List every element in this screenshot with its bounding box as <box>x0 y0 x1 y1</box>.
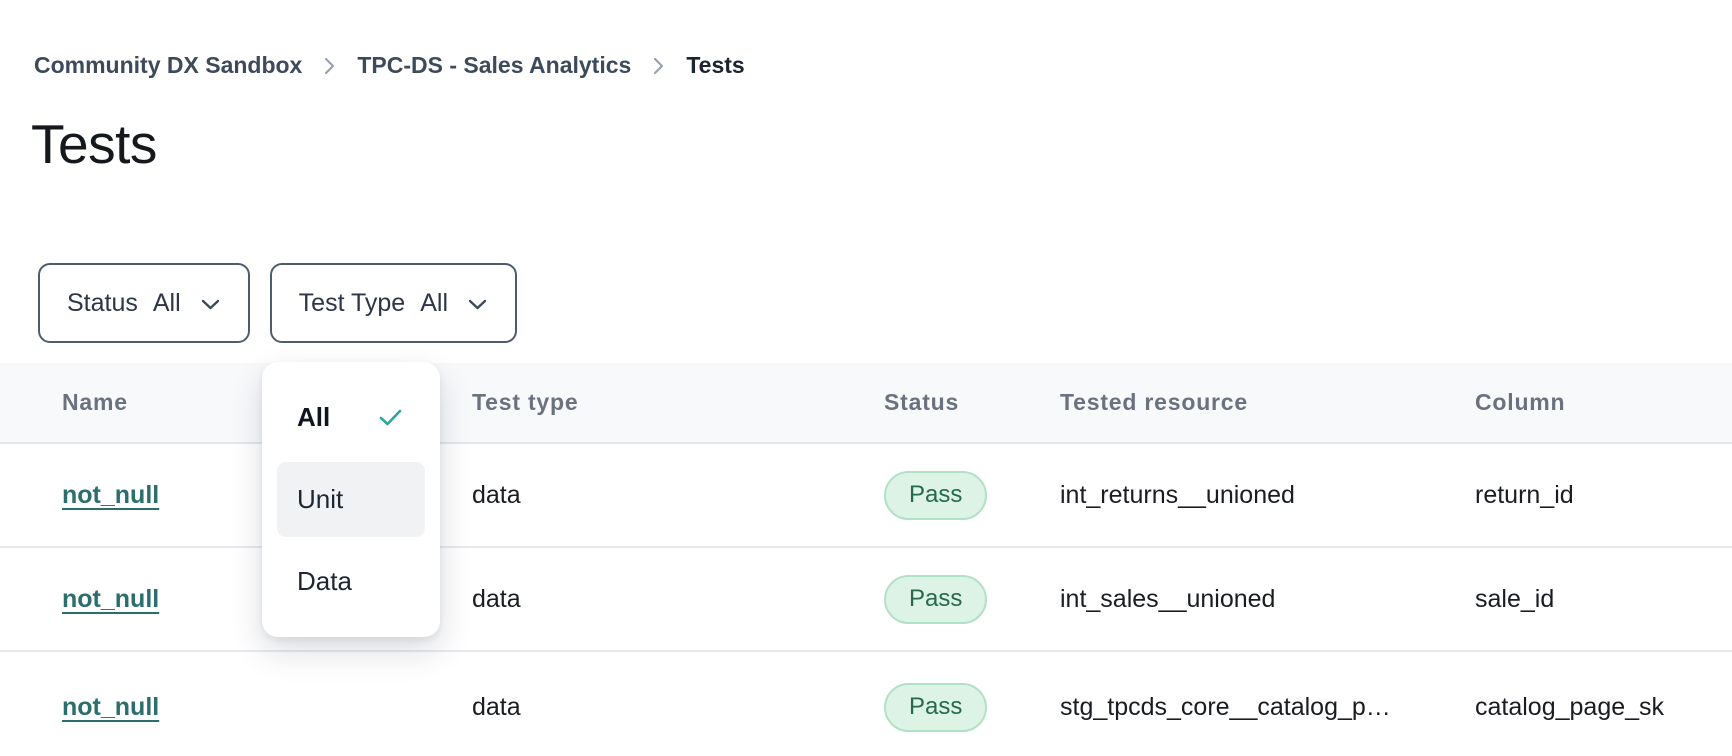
column-header-status: Status <box>884 389 1060 416</box>
breadcrumb-tests: Tests <box>686 52 744 79</box>
breadcrumb: Community DX Sandbox TPC-DS - Sales Anal… <box>34 52 745 79</box>
tests-page: Community DX Sandbox TPC-DS - Sales Anal… <box>0 0 1732 756</box>
status-badge: Pass <box>884 575 987 624</box>
chevron-down-icon <box>200 298 221 311</box>
dropdown-option-label: All <box>297 402 330 433</box>
table-row: not_null data Pass int_sales__unioned sa… <box>0 548 1732 652</box>
filter-bar: Status All Test Type All <box>38 263 517 343</box>
tested-resource-cell: int_returns__unioned <box>1060 481 1475 510</box>
test-type-filter-value: All <box>420 289 448 318</box>
page-title: Tests <box>31 112 157 176</box>
breadcrumb-pipeline[interactable]: TPC-DS - Sales Analytics <box>357 52 631 79</box>
tested-resource-cell: stg_tpcds_core__catalog_p… <box>1060 693 1475 722</box>
status-filter-button[interactable]: Status All <box>38 263 250 343</box>
table-row: not_null data Pass int_returns__unioned … <box>0 444 1732 548</box>
chevron-right-icon <box>653 56 664 76</box>
column-cell: sale_id <box>1475 585 1732 614</box>
status-badge: Pass <box>884 683 987 732</box>
status-filter-value: All <box>153 289 181 318</box>
status-badge: Pass <box>884 471 987 520</box>
test-type-cell: data <box>472 585 884 614</box>
test-type-dropdown-menu: All Unit Data <box>262 362 440 637</box>
test-name-link[interactable]: not_null <box>62 481 159 509</box>
test-type-filter-label: Test Type <box>299 289 406 318</box>
test-name-link[interactable]: not_null <box>62 585 159 613</box>
table-header-row: Name Test type Status Tested resource Co… <box>0 363 1732 444</box>
dropdown-option-data[interactable]: Data <box>277 544 425 619</box>
test-type-cell: data <box>472 693 884 722</box>
tested-resource-cell: int_sales__unioned <box>1060 585 1475 614</box>
column-header-test-type: Test type <box>472 389 884 416</box>
tests-table: Name Test type Status Tested resource Co… <box>0 363 1732 756</box>
breadcrumb-project[interactable]: Community DX Sandbox <box>34 52 302 79</box>
chevron-down-icon <box>467 298 488 311</box>
dropdown-option-label: Unit <box>297 484 343 515</box>
status-filter-label: Status <box>67 289 138 318</box>
table-row: not_null data Pass stg_tpcds_core__catal… <box>0 652 1732 756</box>
column-header-column: Column <box>1475 389 1732 416</box>
column-header-tested-resource: Tested resource <box>1060 389 1475 416</box>
test-name-link[interactable]: not_null <box>62 693 159 721</box>
chevron-right-icon <box>324 56 335 76</box>
column-cell: catalog_page_sk <box>1475 693 1732 722</box>
dropdown-option-unit[interactable]: Unit <box>277 462 425 537</box>
dropdown-option-label: Data <box>297 566 352 597</box>
column-cell: return_id <box>1475 481 1732 510</box>
dropdown-option-all[interactable]: All <box>277 380 425 455</box>
test-type-filter-button[interactable]: Test Type All <box>270 263 517 343</box>
check-icon <box>379 409 402 426</box>
test-type-cell: data <box>472 481 884 510</box>
